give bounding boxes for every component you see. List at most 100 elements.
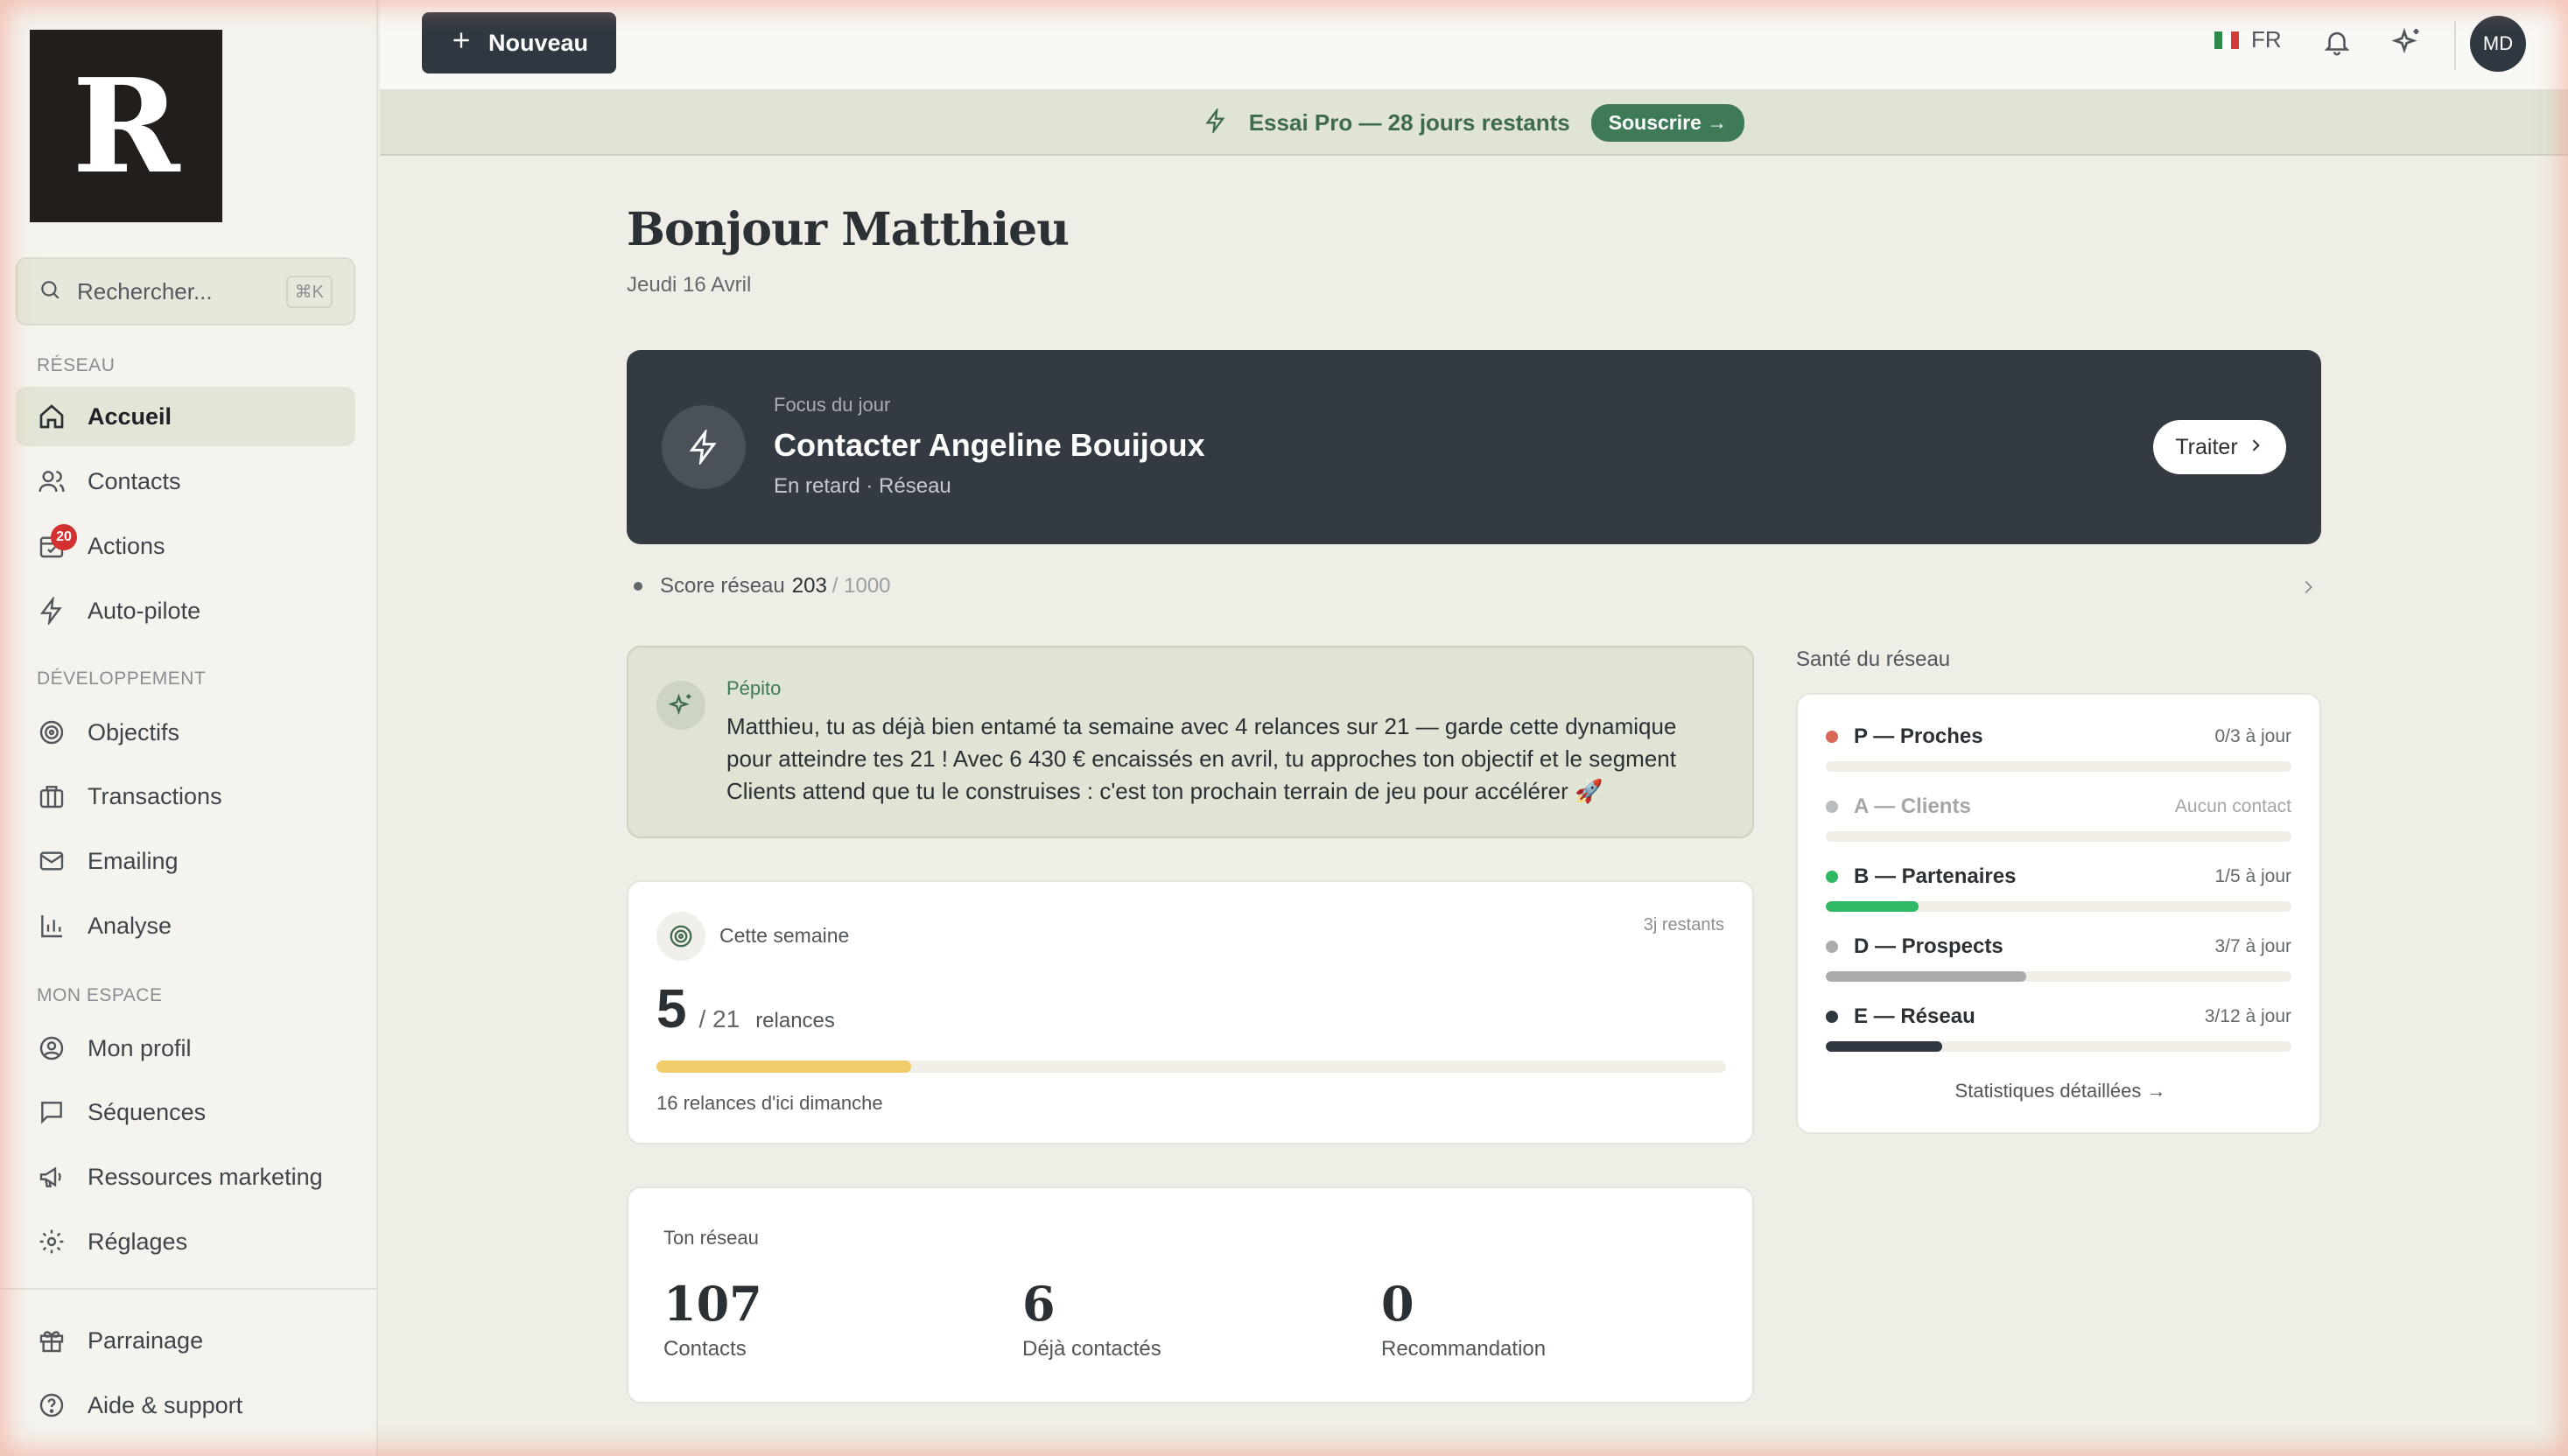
sidebar-item-label: Séquences (88, 1098, 207, 1125)
home-icon (37, 402, 67, 431)
sidebar-item-objectifs[interactable]: Objectifs (16, 703, 355, 762)
sidebar-item-parrainage[interactable]: Parrainage (16, 1311, 355, 1370)
weekly-progress-bar (656, 1060, 1726, 1073)
sidebar-item-label: Parrainage (88, 1326, 204, 1354)
sidebar-item-ressources-marketing[interactable]: Ressources marketing (16, 1147, 355, 1207)
assistant-message-card: Pépito Matthieu, tu as déjà bien entamé … (627, 646, 1754, 838)
sidebar-item-label: Mon profil (88, 1034, 192, 1061)
language-selector[interactable]: FR (2214, 26, 2282, 53)
sidebar-item-label: Actions (88, 532, 165, 559)
search-placeholder: Rechercher... (77, 277, 213, 304)
target-icon (656, 912, 705, 961)
segment-value: 3/7 à jour (2214, 936, 2291, 956)
weekly-footer: 16 relances d'ici dimanche (656, 1092, 883, 1114)
new-button[interactable]: Nouveau (422, 12, 616, 74)
trial-banner: Essai Pro — 28 jours restants Souscrire … (380, 91, 2568, 156)
weekly-count: 5 / 21 relances (656, 978, 835, 1040)
logo-letter: R (72, 50, 180, 202)
sparkles-icon (656, 681, 705, 730)
sidebar-item-label: Ressources marketing (88, 1163, 323, 1190)
search-input[interactable]: Rechercher... ⌘K (16, 257, 355, 326)
focus-title: Contacter Angeline Bouijoux (774, 427, 1205, 463)
sidebar-item-aide-support[interactable]: Aide & support (16, 1376, 355, 1435)
stat-contacted[interactable]: 6 Déjà contactés (1022, 1276, 1161, 1362)
segment-progress-bar (1826, 831, 2291, 842)
sidebar-item-sequences[interactable]: Séquences (16, 1082, 355, 1142)
assistant-name: Pépito (726, 677, 782, 699)
section-label-mon-espace: MON ESPACE (37, 985, 163, 1005)
sidebar-item-label: Emailing (88, 847, 179, 874)
detailed-stats-link[interactable]: Statistiques détaillées → (1798, 1080, 2323, 1102)
segment-name: B — Partenaires (1854, 864, 2017, 888)
search-shortcut: ⌘K (285, 275, 333, 308)
segment-progress-fill (1826, 901, 1919, 912)
sidebar: R Rechercher... ⌘K RÉSEAU Accueil Contac… (0, 0, 378, 1456)
focus-card: Focus du jour Contacter Angeline Bouijou… (627, 350, 2321, 544)
sidebar-item-actions[interactable]: 20 Actions (16, 516, 355, 576)
health-row-clients[interactable]: A — Clients Aucun contact (1826, 794, 2291, 842)
calendar-check-icon: 20 (37, 524, 77, 561)
network-score[interactable]: Score réseau 203 / 1000 (627, 574, 2321, 598)
sidebar-item-reglages[interactable]: Réglages (16, 1212, 355, 1271)
status-dot (1826, 731, 1838, 743)
network-summary-card: Ton réseau 107 Contacts 6 Déjà contactés… (627, 1186, 1754, 1404)
sidebar-item-emailing[interactable]: Emailing (16, 831, 355, 891)
message-square-icon (37, 1097, 67, 1127)
treat-button[interactable]: Traiter (2153, 420, 2286, 474)
stat-value: 107 (663, 1276, 762, 1332)
bell-icon[interactable] (2318, 23, 2356, 61)
section-label-developpement: DÉVELOPPEMENT (37, 668, 207, 689)
sidebar-divider (0, 1288, 378, 1290)
weekly-goal-card: Cette semaine 3j restants 5 / 21 relance… (627, 880, 1754, 1144)
score-label: Score réseau (660, 574, 785, 598)
segment-value: Aucun contact (2174, 796, 2291, 816)
help-circle-icon (37, 1390, 67, 1420)
stat-value: 0 (1381, 1276, 1414, 1332)
segment-value: 3/12 à jour (2204, 1006, 2291, 1026)
segment-value: 1/5 à jour (2214, 866, 2291, 886)
sidebar-item-transactions[interactable]: Transactions (16, 766, 355, 826)
treat-button-label: Traiter (2175, 434, 2238, 459)
sparkles-icon[interactable] (2388, 23, 2426, 61)
segment-progress-bar (1826, 761, 2291, 772)
health-row-partenaires[interactable]: B — Partenaires 1/5 à jour (1826, 864, 2291, 912)
sidebar-item-label: Aide & support (88, 1391, 243, 1418)
avatar-initials: MD (2482, 32, 2514, 54)
focus-label: Focus du jour (774, 394, 891, 416)
target-icon (37, 718, 67, 747)
bolt-icon (662, 405, 746, 489)
gift-icon (37, 1326, 67, 1355)
score-dot (634, 582, 642, 591)
users-icon (37, 466, 67, 496)
sidebar-item-auto-pilote[interactable]: Auto-pilote (16, 581, 355, 640)
sidebar-item-analyse[interactable]: Analyse (16, 896, 355, 956)
weekly-value: 5 (656, 979, 687, 1040)
sidebar-item-label: Analyse (88, 912, 172, 939)
health-row-proches[interactable]: P — Proches 0/3 à jour (1826, 724, 2291, 772)
stat-contacts[interactable]: 107 Contacts (663, 1276, 762, 1362)
briefcase-icon (37, 781, 67, 811)
plus-icon (450, 29, 473, 58)
health-row-reseau[interactable]: E — Réseau 3/12 à jour (1826, 1004, 2291, 1052)
sidebar-item-accueil[interactable]: Accueil (16, 387, 355, 446)
trial-text: Essai Pro — 28 jours restants (1248, 108, 1570, 136)
segment-name: E — Réseau (1854, 1004, 1975, 1028)
sidebar-item-label: Transactions (88, 782, 222, 809)
stat-recommendation[interactable]: 0 Recommandation (1381, 1276, 1546, 1362)
sidebar-item-label: Réglages (88, 1228, 188, 1255)
language-code: FR (2251, 26, 2282, 52)
assistant-message: Matthieu, tu as déjà bien entamé ta sema… (726, 713, 1677, 804)
subscribe-button[interactable]: Souscrire → (1590, 103, 1745, 142)
avatar[interactable]: MD (2470, 16, 2526, 72)
page-title: Bonjour Matthieu (627, 203, 1070, 256)
segment-name: A — Clients (1854, 794, 1971, 818)
network-title: Ton réseau (663, 1227, 759, 1249)
bolt-icon (1203, 106, 1228, 137)
sidebar-item-contacts[interactable]: Contacts (16, 452, 355, 511)
sidebar-item-mon-profil[interactable]: Mon profil (16, 1018, 355, 1078)
weekly-target: / 21 (698, 1005, 740, 1032)
weekly-title: Cette semaine (719, 924, 850, 947)
app-logo[interactable]: R (30, 30, 222, 222)
health-row-prospects[interactable]: D — Prospects 3/7 à jour (1826, 934, 2291, 982)
section-label-reseau: RÉSEAU (37, 355, 116, 375)
